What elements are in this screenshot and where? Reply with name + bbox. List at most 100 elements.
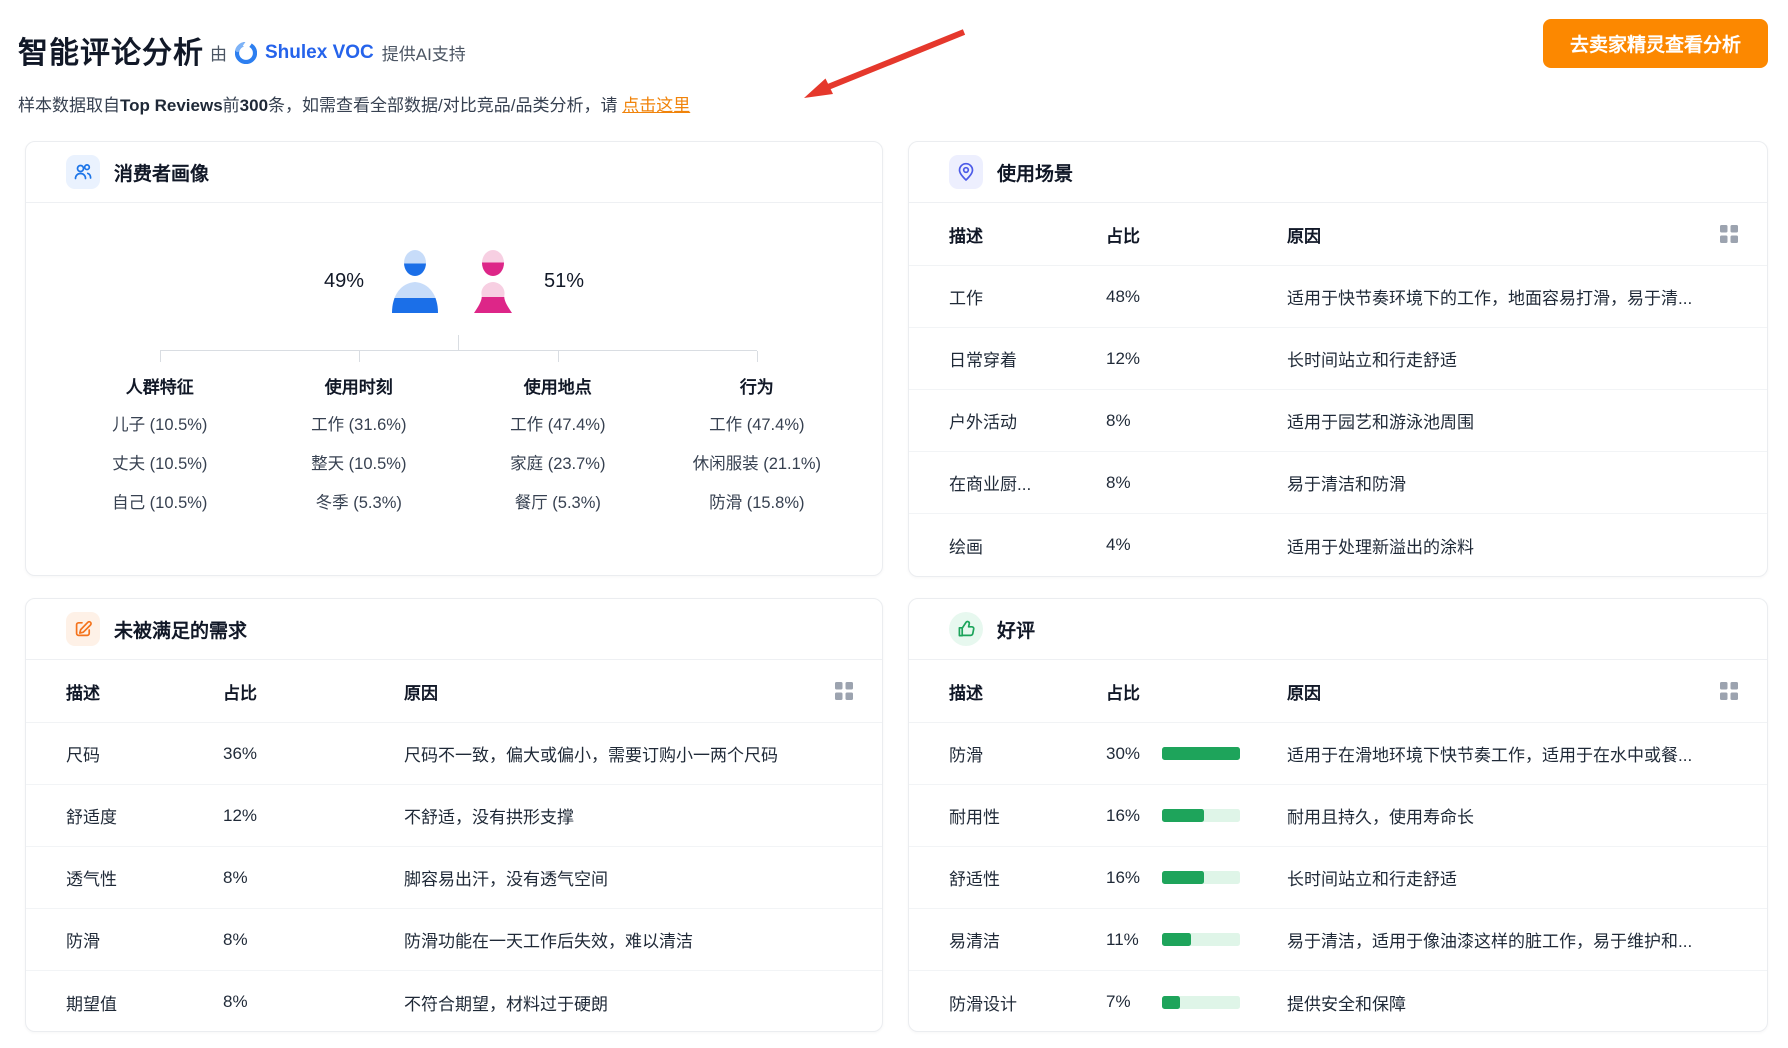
cell-ratio: 7%: [1106, 992, 1287, 1012]
table-header: 描述 占比 原因: [909, 203, 1767, 266]
cell-description: 绘画: [949, 533, 1106, 558]
portrait-columns: 人群特征 儿子 (10.5%) 丈夫 (10.5%) 自己 (10.5%) 使用…: [60, 373, 856, 523]
ratio-bar: [1162, 747, 1240, 760]
cell-description: 户外活动: [949, 408, 1106, 433]
table-row: 在商业厨... 8% 易于清洁和防滑: [909, 452, 1767, 514]
subtitle-text: 条，如需查看全部数据/对比竞品/品类分析，请: [268, 96, 622, 115]
column-item: 餐厅 (5.3%): [458, 484, 657, 523]
brand-link[interactable]: Shulex VOC: [265, 42, 374, 64]
cell-reason: 脚容易出汗，没有透气空间: [404, 865, 854, 890]
click-here-link[interactable]: 点击这里: [622, 96, 690, 115]
table-row: 耐用性 16% 耐用且持久，使用寿命长: [909, 785, 1767, 847]
review-analysis-page: 智能评论分析 由 Shulex VOC 提供AI支持 样本数据取自Top Rev…: [0, 0, 1788, 1048]
column-item: 休闲服装 (21.1%): [657, 445, 856, 484]
cell-description: 易清洁: [949, 927, 1106, 952]
ratio-bar: [1162, 809, 1240, 822]
subtitle-text: 样本数据取自: [18, 96, 120, 115]
panel-title: 使用场景: [997, 159, 1073, 186]
col-description: 描述: [949, 222, 1106, 247]
panel-title: 好评: [997, 616, 1035, 643]
column-header: 使用地点: [458, 373, 657, 398]
table-row: 防滑 30% 适用于在滑地环境下快节奏工作，适用于在水中或餐...: [909, 723, 1767, 785]
cell-ratio: 16%: [1106, 868, 1287, 888]
table-row: 透气性 8% 脚容易出汗，没有透气空间: [26, 847, 882, 909]
column-item: 家庭 (23.7%): [458, 445, 657, 484]
ratio-value: 7%: [1106, 992, 1152, 1012]
cell-reason: 适用于在滑地环境下快节奏工作，适用于在水中或餐...: [1287, 741, 1739, 766]
table-row: 尺码 36% 尺码不一致，偏大或偏小，需要订购小一两个尺码: [26, 723, 882, 785]
cell-reason: 长时间站立和行走舒适: [1287, 346, 1739, 371]
col-description: 描述: [66, 679, 223, 704]
grid-view-icon[interactable]: [1719, 224, 1739, 244]
panel-positive-reviews: 好评 描述 占比 原因 防滑 30% 适用于在滑地环境下快节奏工作，适用于在水中…: [908, 598, 1768, 1032]
cell-description: 防滑设计: [949, 990, 1106, 1015]
panel-header: 未被满足的需求: [26, 599, 882, 660]
subtitle: 样本数据取自Top Reviews前300条，如需查看全部数据/对比竞品/品类分…: [18, 91, 690, 116]
cell-reason: 长时间站立和行走舒适: [1287, 865, 1739, 890]
column-item: 防滑 (15.8%): [657, 484, 856, 523]
panel-header: 使用场景: [909, 142, 1767, 203]
ratio-value: 16%: [1106, 806, 1152, 826]
column-item: 丈夫 (10.5%): [60, 445, 259, 484]
cell-description: 尺码: [66, 741, 223, 766]
cell-ratio: 8%: [1106, 473, 1287, 493]
cell-ratio: 11%: [1106, 930, 1287, 950]
table-row: 日常穿着 12% 长时间站立和行走舒适: [909, 328, 1767, 390]
column-item: 工作 (47.4%): [458, 406, 657, 445]
portrait-column-place: 使用地点 工作 (47.4%) 家庭 (23.7%) 餐厅 (5.3%): [458, 373, 657, 523]
female-icon: [466, 249, 520, 313]
cta-button[interactable]: 去卖家精灵查看分析: [1543, 19, 1768, 68]
cell-reason: 尺码不一致，偏大或偏小，需要订购小一两个尺码: [404, 741, 854, 766]
male-percentage: 49%: [324, 270, 364, 293]
cell-ratio: 8%: [223, 930, 404, 950]
grid-view-icon[interactable]: [1719, 681, 1739, 701]
cell-reason: 提供安全和保障: [1287, 990, 1739, 1015]
subtitle-bold: Top Reviews: [120, 96, 223, 115]
ratio-value: 30%: [1106, 744, 1152, 764]
cell-reason: 防滑功能在一天工作后失效，难以清洁: [404, 927, 854, 952]
female-percentage: 51%: [544, 270, 584, 293]
table-row: 防滑 8% 防滑功能在一天工作后失效，难以清洁: [26, 909, 882, 971]
shulex-logo-icon: [235, 42, 257, 64]
cell-description: 期望值: [66, 990, 223, 1015]
panel-title: 未被满足的需求: [114, 616, 247, 643]
annotation-arrow: [792, 26, 972, 106]
cell-ratio: 12%: [1106, 349, 1287, 369]
powered-prefix: 由: [210, 40, 227, 65]
cell-ratio: 8%: [1106, 411, 1287, 431]
column-item: 自己 (10.5%): [60, 484, 259, 523]
cell-reason: 适用于快节奏环境下的工作，地面容易打滑，易于清...: [1287, 284, 1739, 309]
cell-description: 防滑: [949, 741, 1106, 766]
page-title: 智能评论分析: [18, 28, 204, 72]
table-row: 舒适性 16% 长时间站立和行走舒适: [909, 847, 1767, 909]
cell-description: 日常穿着: [949, 346, 1106, 371]
panel-usage-scenarios: 使用场景 描述 占比 原因 工作 48% 适用于快节奏环境下的工作，地面容易打滑…: [908, 141, 1768, 577]
cell-reason: 不舒适，没有拱形支撑: [404, 803, 854, 828]
panel-consumer-portrait: 消费者画像 49%: [25, 141, 883, 576]
ratio-value: 11%: [1106, 930, 1152, 950]
cell-ratio: 16%: [1106, 806, 1287, 826]
cell-description: 在商业厨...: [949, 470, 1106, 495]
table-row: 绘画 4% 适用于处理新溢出的涂料: [909, 514, 1767, 576]
cell-reason: 适用于园艺和游泳池周围: [1287, 408, 1739, 433]
cell-ratio: 4%: [1106, 535, 1287, 555]
column-item: 儿子 (10.5%): [60, 406, 259, 445]
table-row: 期望值 8% 不符合期望，材料过于硬朗: [26, 971, 882, 1033]
col-reason: 原因: [404, 679, 812, 704]
table-row: 工作 48% 适用于快节奏环境下的工作，地面容易打滑，易于清...: [909, 266, 1767, 328]
col-description: 描述: [949, 679, 1106, 704]
ratio-bar: [1162, 996, 1240, 1009]
portrait-column-traits: 人群特征 儿子 (10.5%) 丈夫 (10.5%) 自己 (10.5%): [60, 373, 259, 523]
grid-view-icon[interactable]: [834, 681, 854, 701]
cell-reason: 易于清洁和防滑: [1287, 470, 1739, 495]
portrait-column-behavior: 行为 工作 (47.4%) 休闲服装 (21.1%) 防滑 (15.8%): [657, 373, 856, 523]
panel-header: 好评: [909, 599, 1767, 660]
cell-ratio: 8%: [223, 992, 404, 1012]
cell-reason: 适用于处理新溢出的涂料: [1287, 533, 1739, 558]
cell-ratio: 36%: [223, 744, 404, 764]
col-reason: 原因: [1287, 679, 1697, 704]
table-row: 舒适度 12% 不舒适，没有拱形支撑: [26, 785, 882, 847]
edit-icon: [66, 612, 100, 646]
thumbs-up-icon: [949, 612, 983, 646]
male-icon: [388, 249, 442, 313]
